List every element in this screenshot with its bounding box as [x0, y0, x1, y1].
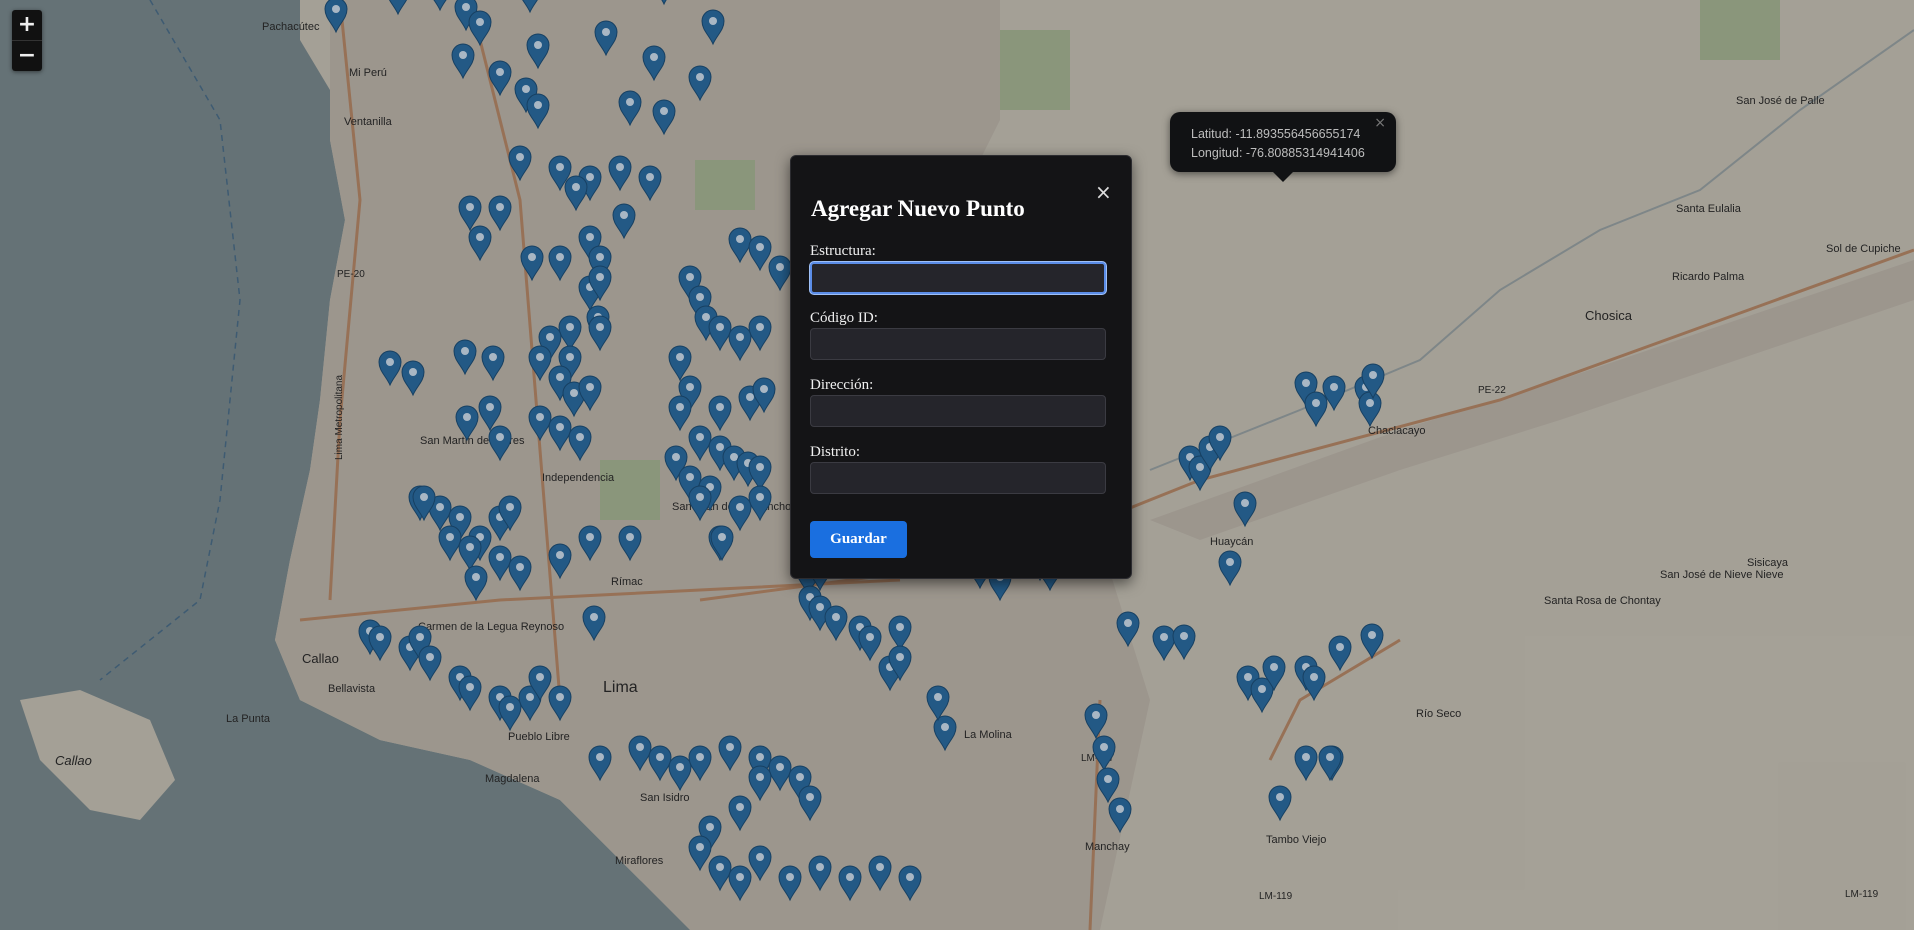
- distrito-input[interactable]: [810, 462, 1106, 494]
- svg-text:Callao: Callao: [55, 753, 92, 768]
- svg-text:Pueblo Libre: Pueblo Libre: [508, 731, 570, 743]
- svg-text:Bellavista: Bellavista: [328, 683, 376, 695]
- modal-close-button[interactable]: ×: [1095, 180, 1112, 204]
- svg-text:Mi Perú: Mi Perú: [349, 67, 387, 79]
- svg-text:Ricardo Palma: Ricardo Palma: [1672, 271, 1745, 283]
- popup-tip: [1273, 172, 1293, 182]
- zoom-control: + −: [12, 10, 42, 71]
- svg-text:Río Seco: Río Seco: [1416, 708, 1461, 720]
- direccion-input[interactable]: [810, 395, 1106, 427]
- svg-text:Tambo Viejo: Tambo Viejo: [1266, 834, 1326, 846]
- svg-text:Santa Rosa de Chontay: Santa Rosa de Chontay: [1544, 595, 1661, 607]
- svg-text:PE-22: PE-22: [1478, 385, 1506, 396]
- svg-text:Independencia: Independencia: [542, 472, 615, 484]
- svg-text:San José de Palle: San José de Palle: [1736, 95, 1825, 107]
- svg-text:Pachacútec: Pachacútec: [262, 21, 320, 33]
- svg-text:Manchay: Manchay: [1085, 841, 1130, 853]
- svg-text:Magdalena: Magdalena: [485, 773, 540, 785]
- zoom-in-button[interactable]: +: [12, 10, 42, 41]
- svg-text:PE-20: PE-20: [337, 269, 365, 280]
- modal-title: Agregar Nuevo Punto: [811, 196, 1025, 221]
- popup-text: Latitud: -11.893556456655174 Longitud: -…: [1191, 125, 1365, 163]
- svg-text:Chaclacayo: Chaclacayo: [1368, 425, 1425, 437]
- guardar-button[interactable]: Guardar: [810, 521, 907, 558]
- svg-text:LM-119: LM-119: [1259, 891, 1293, 902]
- popup-close-button[interactable]: ×: [1374, 115, 1386, 131]
- estructura-label: Estructura:: [810, 243, 876, 259]
- latitude-text: Latitud: -11.893556456655174: [1191, 127, 1361, 141]
- svg-text:La Punta: La Punta: [226, 713, 271, 725]
- svg-text:San José de Nieve Nieve: San José de Nieve Nieve: [1660, 569, 1784, 581]
- svg-text:LM-119: LM-119: [1845, 889, 1879, 900]
- svg-text:La Molina: La Molina: [964, 729, 1013, 741]
- svg-text:Huaycán: Huaycán: [1210, 536, 1253, 548]
- svg-text:San Isidro: San Isidro: [640, 792, 690, 804]
- longitude-text: Longitud: -76.80885314941406: [1191, 146, 1365, 160]
- codigo-id-input[interactable]: [810, 328, 1106, 360]
- svg-text:Ventanilla: Ventanilla: [344, 116, 393, 128]
- coordinates-popup: Latitud: -11.893556456655174 Longitud: -…: [1170, 112, 1396, 182]
- distrito-label: Distrito:: [810, 444, 861, 460]
- add-point-modal: Agregar Nuevo Punto × Estructura: Código…: [790, 155, 1132, 579]
- svg-text:Santa Eulalia: Santa Eulalia: [1676, 203, 1742, 215]
- codigo-id-label: Código ID:: [810, 310, 878, 326]
- svg-text:Rímac: Rímac: [611, 576, 643, 588]
- svg-text:Sisicaya: Sisicaya: [1747, 557, 1789, 569]
- svg-text:Lima Metropolitana: Lima Metropolitana: [334, 375, 345, 460]
- estructura-input[interactable]: [810, 262, 1106, 294]
- svg-text:Carmen de la Legua Reynoso: Carmen de la Legua Reynoso: [418, 621, 564, 633]
- direccion-label: Dirección:: [810, 377, 874, 393]
- svg-text:Callao: Callao: [302, 651, 339, 666]
- svg-text:Chosica: Chosica: [1585, 308, 1633, 323]
- svg-text:Sol de Cupiche: Sol de Cupiche: [1826, 243, 1901, 255]
- svg-text:Miraflores: Miraflores: [615, 855, 664, 867]
- svg-text:Lima: Lima: [603, 679, 638, 696]
- zoom-out-button[interactable]: −: [12, 41, 42, 71]
